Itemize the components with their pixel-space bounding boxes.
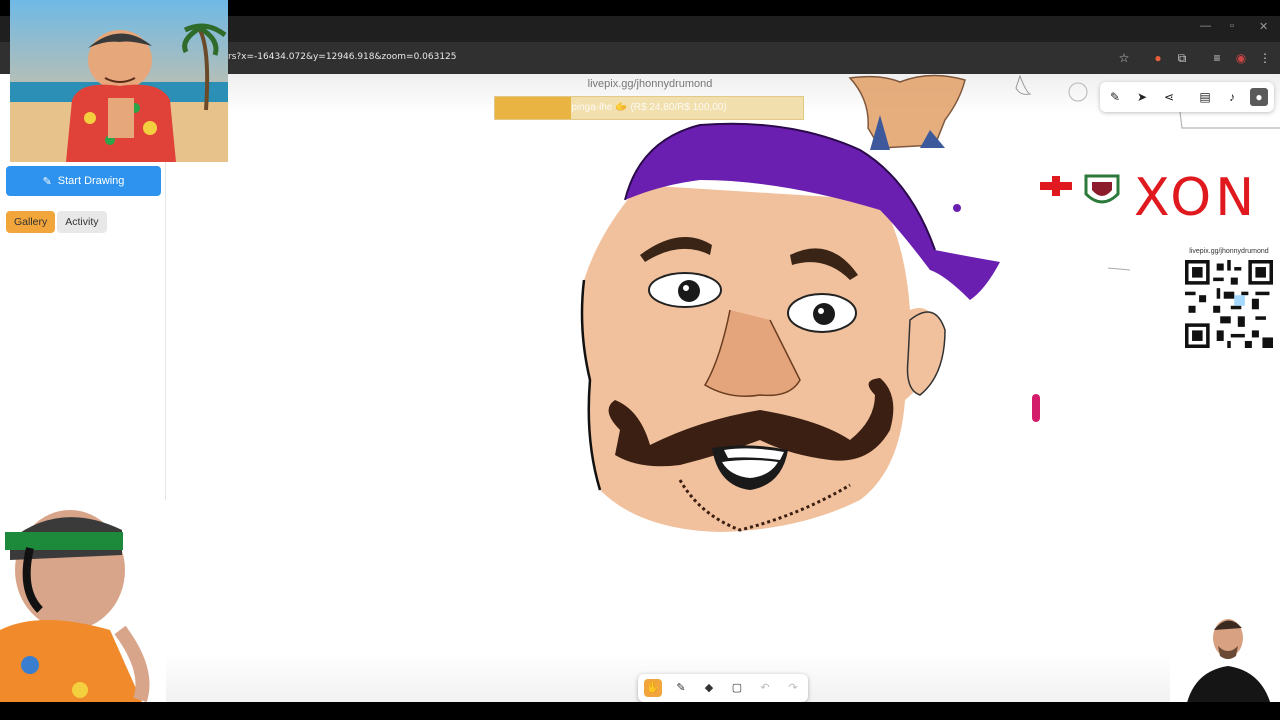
donation-goal-text: pinga-lhe 🫱 (R$ 24,80/R$ 100,00) [571, 102, 727, 113]
tab-activity[interactable]: Activity [57, 211, 107, 233]
share-icon[interactable]: ⋖ [1160, 88, 1178, 106]
paint-mark [1032, 394, 1040, 422]
pencil-icon[interactable]: ✎ [1106, 88, 1124, 106]
painted-text: XON [1134, 168, 1259, 228]
taskbar-strip [0, 702, 1280, 720]
redo-icon[interactable]: ↷ [784, 679, 802, 697]
undo-icon[interactable]: ↶ [756, 679, 774, 697]
paint-dot [953, 204, 961, 212]
webcam-left [0, 500, 166, 720]
canvas-toolbar: ✎ ➤ ⋖ ▤ ♪ ● [1100, 82, 1274, 112]
hand-icon[interactable]: ✋ [644, 679, 662, 697]
bell-icon[interactable]: ♪ [1223, 88, 1241, 106]
livepix-url: livepix.gg/jhonnydrumond [587, 78, 713, 90]
qr-code [1185, 260, 1273, 348]
pencil-icon[interactable]: ✎ [672, 679, 690, 697]
screen: — ▫ ✕ rs?x=-16434.072&y=12946.918&zoom=0… [0, 0, 1280, 720]
brush-icon: ✎ [42, 175, 52, 188]
avatar-overlay [10, 0, 228, 162]
bottom-toolbar: ✋ ✎ ◆ ▢ ↶ ↷ [638, 674, 808, 702]
rectangle-icon[interactable]: ▢ [728, 679, 746, 697]
caricature-face [580, 122, 1000, 532]
profile-icon[interactable]: ● [1250, 88, 1268, 106]
chat-icon[interactable]: ▤ [1196, 88, 1214, 106]
tab-gallery[interactable]: Gallery [6, 211, 56, 233]
sidebar-tabs: Gallery Activity [6, 211, 107, 233]
cursor-icon[interactable]: ➤ [1133, 88, 1151, 106]
emblem [1084, 174, 1120, 204]
eraser-icon[interactable]: ◆ [700, 679, 718, 697]
qr-label: livepix.gg/jhonnydrumond [1189, 248, 1269, 255]
start-drawing-button[interactable]: ✎ Start Drawing [6, 166, 161, 196]
start-drawing-label: Start Drawing [57, 175, 125, 187]
